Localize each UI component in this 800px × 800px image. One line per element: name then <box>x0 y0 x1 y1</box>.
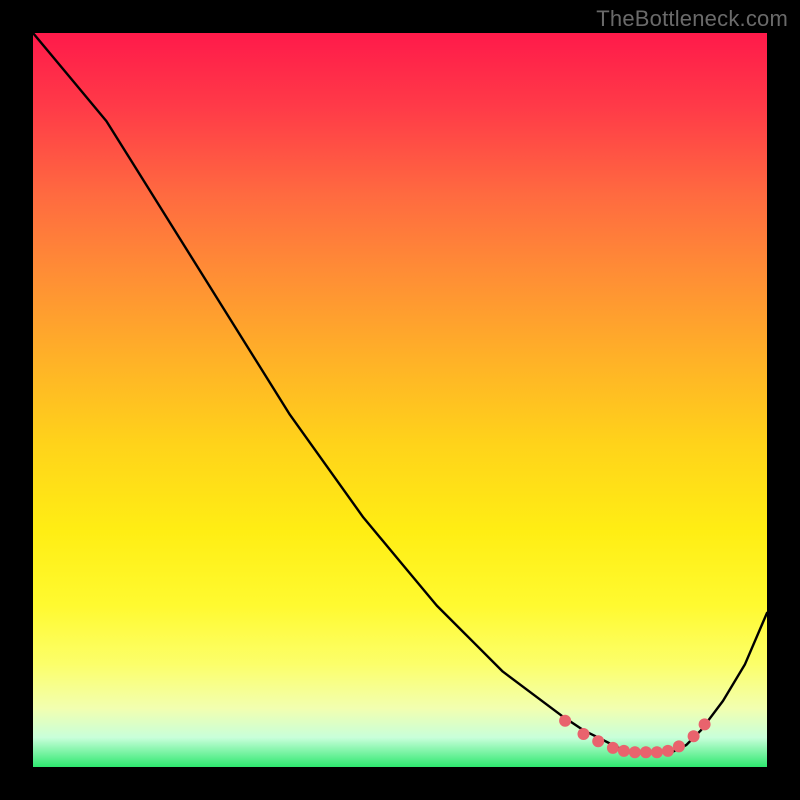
sweet-spot-dot <box>592 735 604 747</box>
sweet-spot-dot <box>559 715 571 727</box>
sweet-spot-dot <box>629 746 641 758</box>
sweet-spot-dot <box>607 742 619 754</box>
sweet-spot-dot <box>662 745 674 757</box>
sweet-spot-dot <box>651 746 663 758</box>
plot-area <box>33 33 767 767</box>
sweet-spot-dot <box>673 740 685 752</box>
sweet-spot-dot <box>699 718 711 730</box>
chart-stage: TheBottleneck.com <box>0 0 800 800</box>
bottleneck-curve <box>33 33 767 752</box>
curve-layer <box>33 33 767 767</box>
sweet-spot-dot <box>578 728 590 740</box>
sweet-spot-dots <box>559 715 711 759</box>
sweet-spot-dot <box>688 730 700 742</box>
sweet-spot-dot <box>618 745 630 757</box>
sweet-spot-dot <box>640 746 652 758</box>
watermark-text: TheBottleneck.com <box>596 6 788 32</box>
